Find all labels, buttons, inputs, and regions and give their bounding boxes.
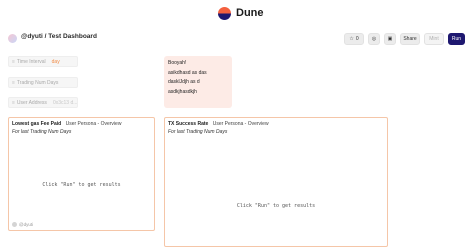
param-label: Time Interval bbox=[16, 58, 46, 65]
text-line: asdkjhasdkjh bbox=[168, 89, 197, 95]
param-icon: ≡ bbox=[12, 79, 15, 86]
param-time-interval[interactable]: ≡ Time Interval day bbox=[8, 56, 78, 67]
param-value: 0x3c13 d... bbox=[52, 99, 78, 106]
chart-subtitle: For last Trading Num Days bbox=[12, 129, 72, 135]
chart-title-text: Lowest gas Fee Paid bbox=[12, 121, 62, 127]
star-icon: ☆ bbox=[349, 36, 354, 42]
brand-name: Dune bbox=[236, 7, 264, 19]
share-button[interactable]: Share bbox=[400, 33, 420, 45]
chart-title-text: TX Success Rate bbox=[168, 121, 209, 127]
param-value: day bbox=[51, 58, 60, 65]
fork-button[interactable]: ◎ bbox=[368, 33, 380, 45]
param-icon: ≡ bbox=[12, 99, 15, 106]
avatar[interactable] bbox=[8, 34, 17, 43]
toolbar: ☆ 0 ◎ ▣ Share Mint Run bbox=[344, 33, 465, 45]
param-icon: ≡ bbox=[12, 58, 15, 65]
owner-name: @dyuti bbox=[19, 222, 34, 227]
camera-icon: ▣ bbox=[387, 36, 393, 42]
owner-avatar-icon bbox=[12, 222, 17, 227]
text-line: Booyah! bbox=[168, 60, 187, 66]
run-prompt-message: Click "Run" to get results bbox=[42, 182, 121, 188]
breadcrumb[interactable]: @dyuti / Test Dashboard bbox=[21, 33, 97, 40]
visualization-tx-success-rate[interactable]: TX Success Rate User Persona - Overview … bbox=[164, 117, 388, 247]
screenshot-button[interactable]: ▣ bbox=[384, 33, 396, 45]
chart-title[interactable]: TX Success Rate User Persona - Overview bbox=[168, 121, 269, 127]
dune-logo-icon bbox=[218, 6, 231, 20]
param-label: Trading Num Days bbox=[16, 79, 59, 86]
favorite-count: 0 bbox=[355, 36, 359, 42]
visualization-lowest-gas-fee[interactable]: Lowest gas Fee Paid User Persona - Overv… bbox=[8, 117, 155, 231]
param-trading-num-days[interactable]: ≡ Trading Num Days bbox=[8, 77, 78, 88]
favorite-button[interactable]: ☆ 0 bbox=[344, 33, 364, 45]
chart-owner[interactable]: @dyuti bbox=[12, 222, 33, 227]
param-user-address[interactable]: ≡ User Address 0x3c13 d... bbox=[8, 97, 78, 108]
chart-query-name: User Persona - Overview bbox=[212, 121, 269, 127]
param-label: User Address bbox=[16, 99, 47, 106]
text-line: dasklJdjh as d bbox=[168, 79, 200, 85]
chart-query-name: User Persona - Overview bbox=[65, 121, 122, 127]
run-button[interactable]: Run bbox=[448, 33, 465, 45]
chart-subtitle: For last Trading Num Days bbox=[168, 129, 228, 135]
brand[interactable]: Dune bbox=[218, 5, 264, 21]
mint-button[interactable]: Mint bbox=[424, 33, 444, 45]
run-prompt-message: Click "Run" to get results bbox=[236, 203, 316, 209]
chart-title[interactable]: Lowest gas Fee Paid User Persona - Overv… bbox=[12, 121, 121, 127]
github-icon: ◎ bbox=[371, 36, 377, 42]
text-widget: Booyah! asikdhasd as das dasklJdjh as d … bbox=[164, 56, 232, 108]
text-line: asikdhasd as das bbox=[168, 70, 207, 76]
